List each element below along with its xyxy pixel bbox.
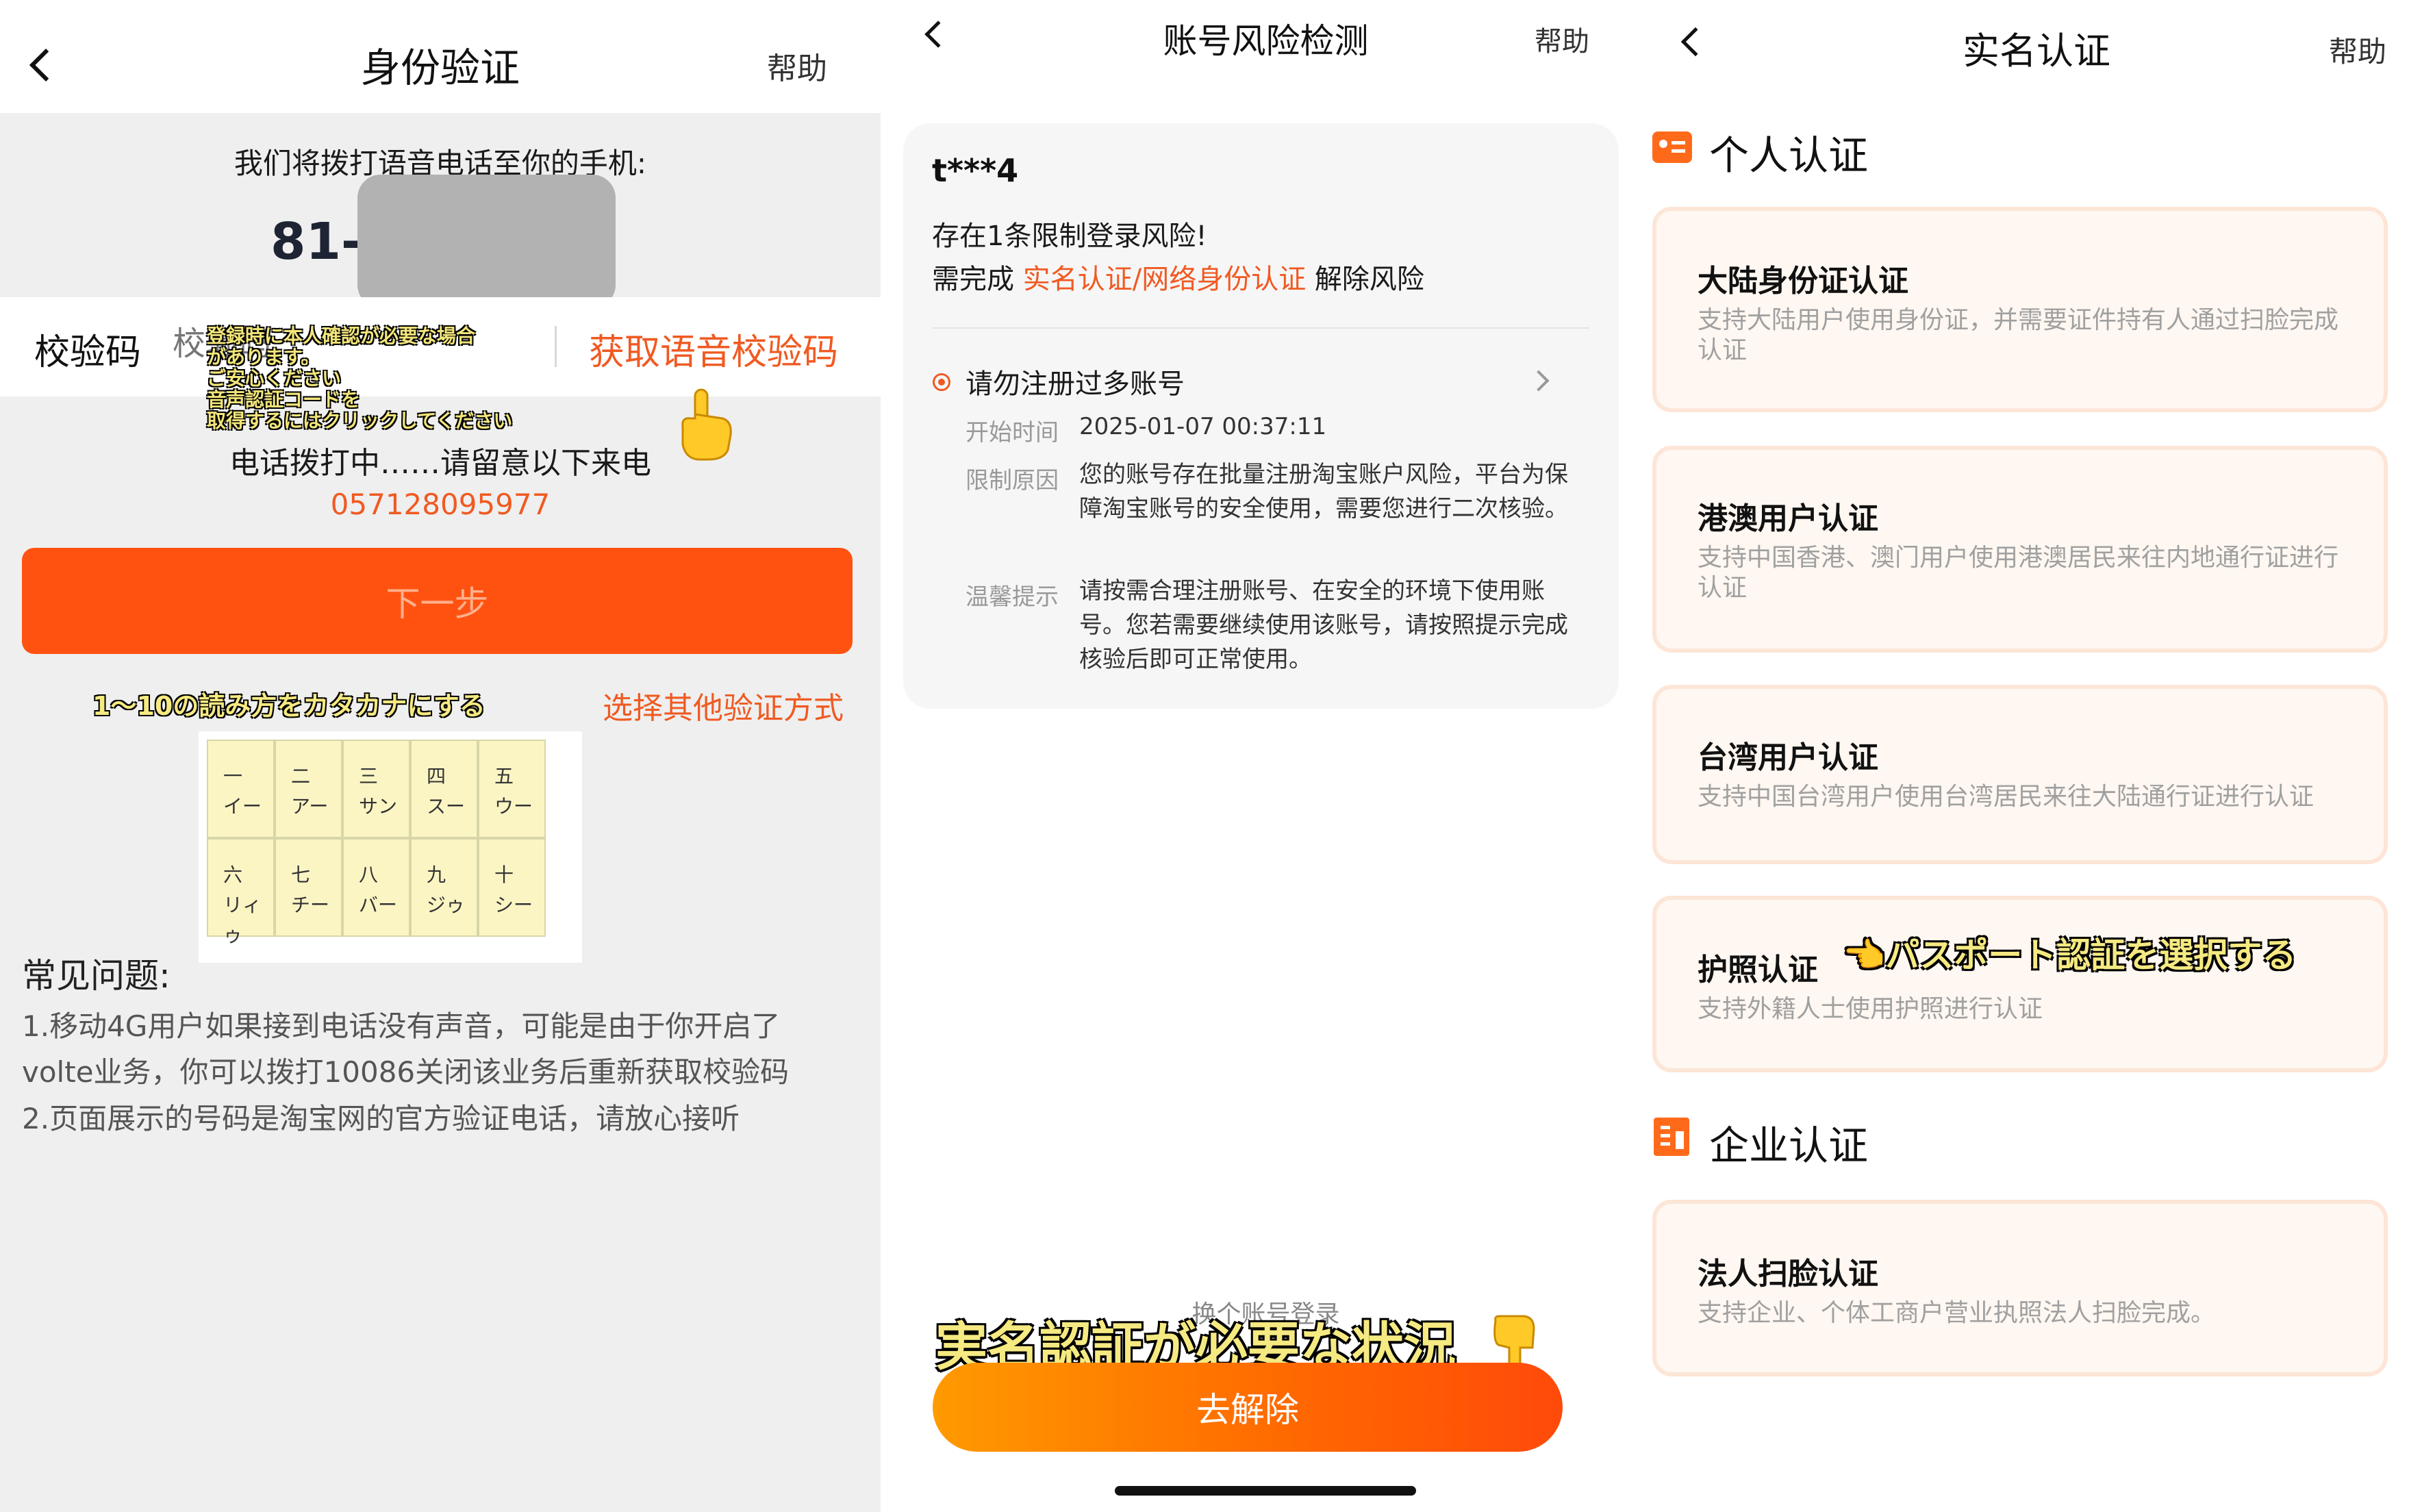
page-title: 身份验证: [360, 45, 520, 91]
faq-line: volte业务，你可以拨打10086关闭该业务后重新获取校验码: [22, 1055, 790, 1089]
card-title: 港澳用户认证: [1698, 501, 1878, 536]
kana-caption: 1〜10の読み方をカタカナにする: [92, 691, 485, 721]
divider: [932, 327, 1589, 329]
resolve-button[interactable]: 去解除: [933, 1363, 1563, 1452]
id-card-icon: [1652, 131, 1692, 163]
card-description: 支持企业、个体工商户营业执照法人扫脸完成。: [1698, 1299, 2216, 1327]
home-indicator: [1115, 1486, 1416, 1496]
overlay-annotation: 登録時に本人確認が必要な場合 があります。 ご安心ください 音声認証コードを 取…: [207, 325, 563, 431]
enterprise-section-title: 企业认证: [1709, 1122, 1869, 1169]
kana-cell: 九ジゥ: [412, 840, 477, 935]
kana-cell: 八バー: [344, 840, 409, 935]
other-methods-link[interactable]: 选择其他验证方式: [603, 683, 844, 727]
reason-value: 您的账号存在批量注册淘宝账户风险，平台为保障淘宝账号的安全使用，需要您进行二次核…: [1079, 461, 1568, 522]
kana-cell: 五ウー: [479, 741, 544, 837]
taiwan-card[interactable]: 台湾用户认证 支持中国台湾用户使用台湾居民来往大陆通行证进行认证: [1652, 685, 2388, 864]
tip-value: 请按需合理注册账号、在安全的环境下使用账号。您若需要继续使用该账号，请按照提示完…: [1079, 577, 1568, 673]
building-icon: [1654, 1118, 1689, 1156]
help-link[interactable]: 帮助: [2329, 29, 2386, 71]
card-title: 大陆身份证认证: [1698, 264, 1908, 299]
mainland-id-card[interactable]: 大陆身份证认证 支持大陆用户使用身份证，并需要证件持有人通过扫脸完成认证: [1652, 207, 2388, 412]
help-link[interactable]: 帮助: [1535, 19, 1589, 59]
risk-check-screen: 账号风险检测 帮助 t***4 存在1条限制登录风险! 需完成 实名认证/网络身…: [881, 0, 1651, 1512]
hk-macau-card[interactable]: 港澳用户认证 支持中国香港、澳门用户使用港澳居民来往内地通行证进行认证: [1652, 446, 2388, 653]
risk-item-title[interactable]: 请勿注册过多账号: [966, 362, 1185, 401]
page-title: 实名认证: [1963, 29, 2110, 73]
overlay-line: があります。: [207, 346, 320, 368]
passport-card[interactable]: 护照认证 支持外籍人士使用护照进行认证: [1652, 896, 2388, 1072]
requirement-prefix: 需完成: [932, 264, 1023, 295]
get-voice-code-button[interactable]: 获取语音校验码: [589, 323, 838, 375]
code-label: 校验码: [34, 332, 142, 373]
next-step-button[interactable]: 下一步: [22, 548, 853, 654]
overlay-caption: 👈パスポート認証を選択する: [1843, 935, 2297, 975]
legal-person-card[interactable]: 法人扫脸认证 支持企业、个体工商户营业执照法人扫脸完成。: [1652, 1200, 2388, 1376]
kana-cell: 七チー: [276, 840, 341, 935]
kana-cell: 四スー: [412, 741, 477, 837]
kana-cell: 三サン: [344, 741, 409, 837]
calling-status: 电话拨打中……请留意以下来电: [229, 446, 651, 481]
overlay-line: 取得するにはクリックしてください: [207, 410, 513, 432]
tip-label: 温馨提示: [966, 583, 1059, 611]
start-time-label: 开始时间: [966, 419, 1059, 446]
kana-cell: 十シー: [479, 840, 544, 935]
faq-line: 2.页面展示的号码是淘宝网的官方验证电话，请放心接听: [22, 1102, 740, 1135]
start-time-value: 2025-01-07 00:37:11: [1079, 413, 1327, 440]
phone-number-redaction: [357, 175, 616, 308]
reason-label: 限制原因: [966, 467, 1059, 494]
overlay-line: 登録時に本人確認が必要な場合: [207, 325, 476, 347]
card-description: 支持外籍人士使用护照进行认证: [1698, 995, 2043, 1023]
card-description: 支持中国香港、澳门用户使用港澳居民来往内地通行证进行认证: [1698, 544, 2339, 602]
phone-verification-screen: 身份验证 帮助 我们将拨打语音电话至你的手机: 81-7 校验码 获取语音校验码…: [0, 0, 881, 1512]
card-title: 法人扫脸认证: [1698, 1257, 1878, 1292]
caller-number: 057128095977: [330, 488, 551, 521]
faq-title: 常见问题:: [22, 956, 171, 996]
kana-cell: 六リィゥ: [208, 840, 273, 946]
card-title: 台湾用户认证: [1698, 740, 1878, 775]
kana-cell: 二アー: [276, 741, 341, 837]
realname-link[interactable]: 实名认证/网络身份认证: [1023, 264, 1306, 295]
risk-summary: 存在1条限制登录风险!: [932, 220, 1207, 252]
faq-line: 1.移动4G用户如果接到电话没有声音，可能是由于你开启了: [22, 1009, 781, 1043]
requirement-suffix: 解除风险: [1306, 264, 1424, 295]
card-description: 支持大陆用户使用身份证，并需要证件持有人通过扫脸完成认证: [1698, 306, 2339, 364]
help-link[interactable]: 帮助: [767, 44, 827, 88]
requirement-text: 需完成 实名认证/网络身份认证 解除风险: [932, 257, 1424, 297]
overlay-line: 音声認証コードを: [207, 388, 361, 411]
personal-section-title: 个人认证: [1709, 132, 1869, 179]
card-title: 护照认证: [1698, 953, 1818, 987]
overlay-line: ご安心ください: [207, 367, 342, 390]
kana-table: 一イー 二アー 三サン 四スー 五ウー 六リィゥ 七チー 八バー 九ジゥ 十シー: [199, 731, 582, 963]
realname-screen: 实名认证 帮助 个人认证 大陆身份证认证 支持大陆用户使用身份证，并需要证件持有…: [1651, 0, 2422, 1512]
kana-cell: 一イー: [208, 741, 273, 837]
card-description: 支持中国台湾用户使用台湾居民来往大陆通行证进行认证: [1698, 783, 2314, 811]
account-name: t***4: [932, 152, 1019, 189]
radio-dot-icon: [933, 373, 950, 391]
